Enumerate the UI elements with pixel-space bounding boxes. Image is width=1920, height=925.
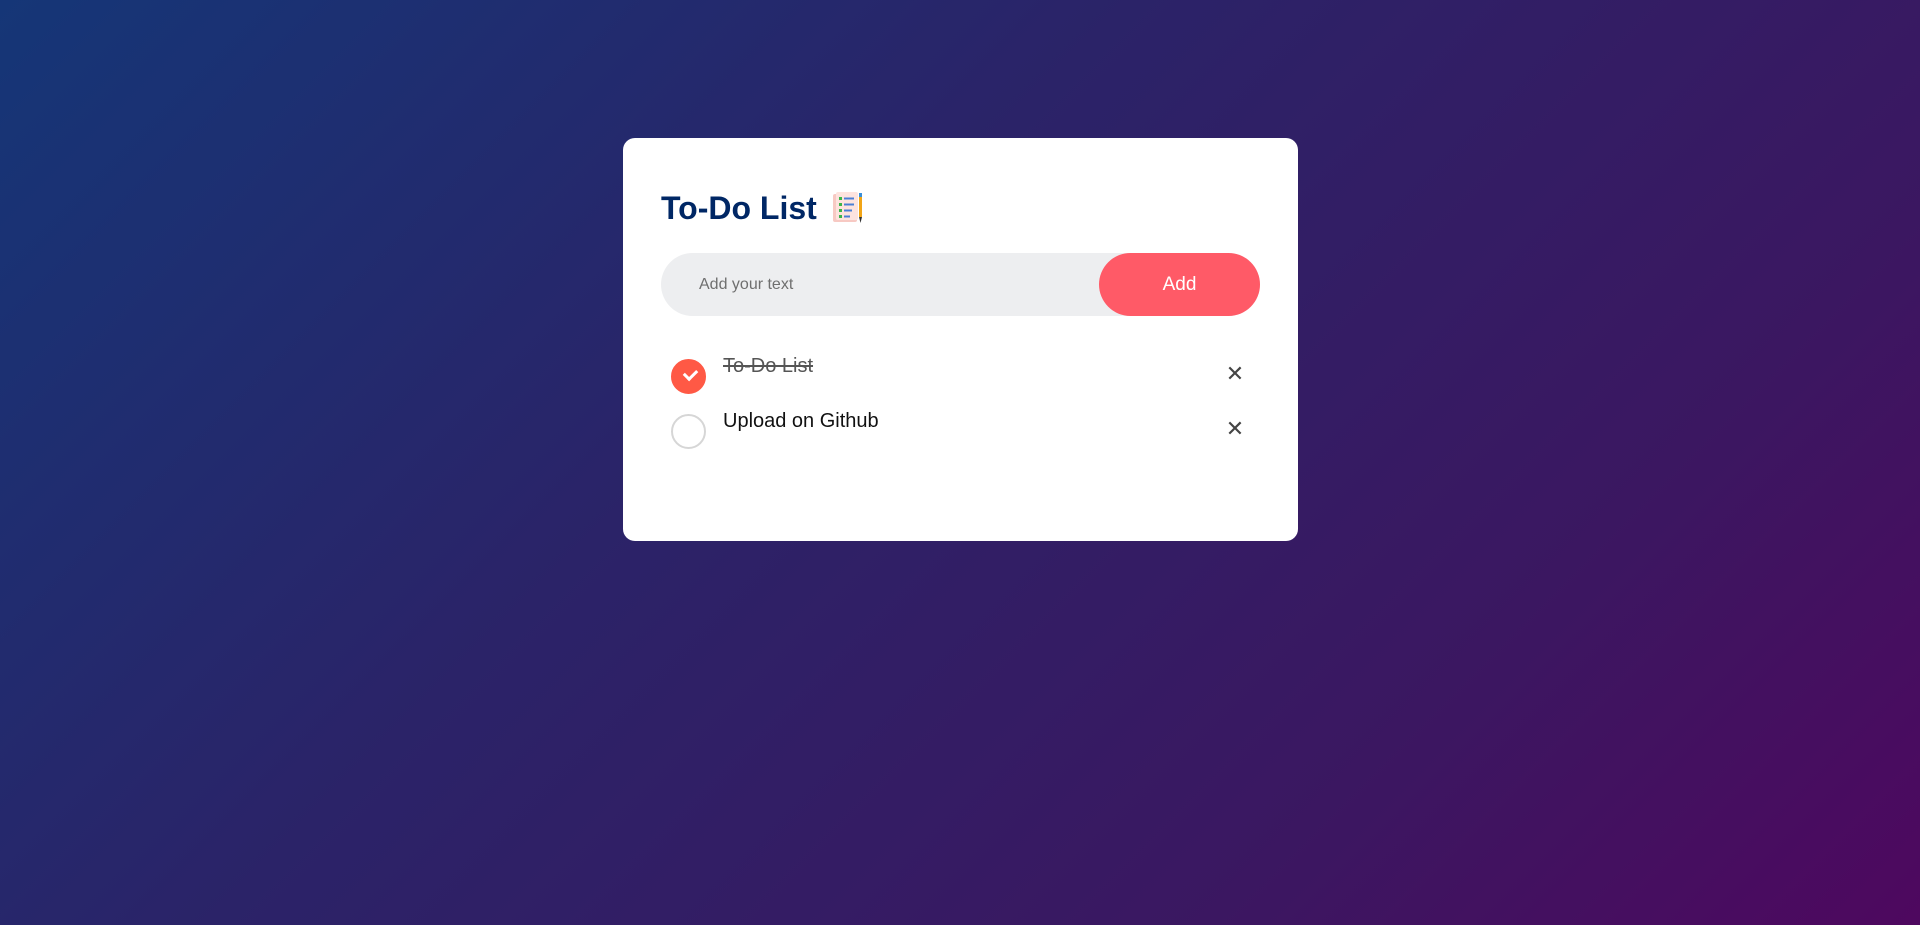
page-title: To-Do List bbox=[661, 189, 817, 226]
list-item[interactable]: Upload on Github ✕ bbox=[661, 410, 1260, 468]
task-text: To-Do List bbox=[723, 355, 814, 377]
task-text: Upload on Github bbox=[723, 410, 879, 432]
delete-icon[interactable]: ✕ bbox=[1223, 362, 1247, 387]
delete-icon[interactable]: ✕ bbox=[1223, 417, 1247, 442]
add-button[interactable]: Add bbox=[1099, 253, 1260, 316]
list-item[interactable]: To-Do List ✕ bbox=[661, 355, 1260, 413]
add-task-row: Add bbox=[661, 253, 1260, 316]
todo-card: To-Do List Add To- bbox=[623, 138, 1298, 541]
checkbox-checked-icon[interactable] bbox=[671, 359, 706, 394]
task-list: To-Do List ✕ Upload on Github ✕ bbox=[661, 355, 1260, 468]
task-input[interactable] bbox=[661, 253, 1099, 316]
notepad-icon bbox=[829, 190, 865, 226]
title-row: To-Do List bbox=[661, 188, 1260, 228]
checkbox-unchecked-icon[interactable] bbox=[671, 414, 706, 449]
